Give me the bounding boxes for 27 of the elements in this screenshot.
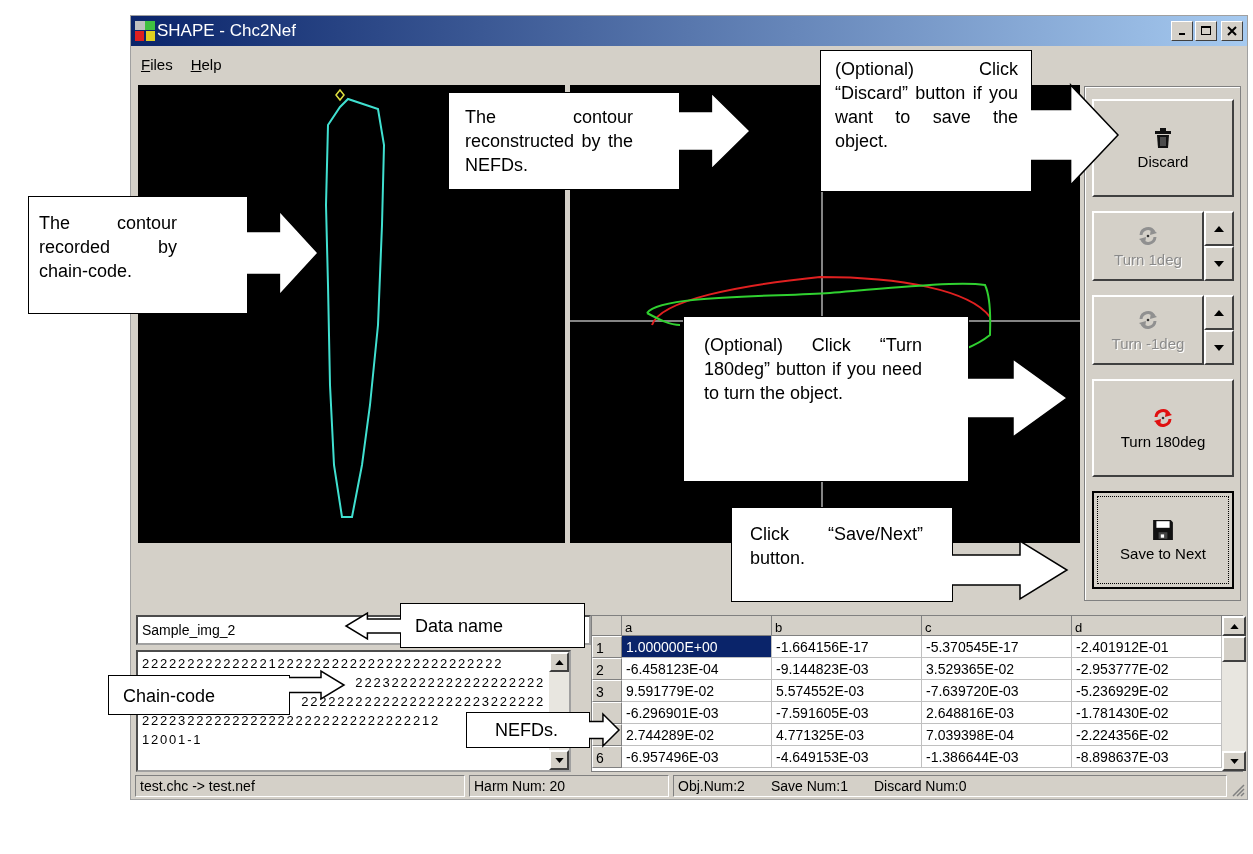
chain-code-line: 222222222222222222223222222 — [301, 694, 545, 709]
column-header: c — [922, 616, 1072, 636]
callout-tooltip: Click “Save/Next” button. — [731, 507, 953, 602]
row-header: 6 — [592, 746, 622, 768]
callout-tooltip: (Optional) Click “Discard” button if you want to save the object. — [820, 50, 1032, 192]
status-text: Obj.Num:2 — [678, 778, 745, 794]
chain-code-line: 2222222222222212222222222222222222222222 — [142, 656, 504, 671]
callout-tooltip: The contour recorded by chain-code. — [28, 196, 248, 314]
callout-tooltip: Data name — [400, 603, 585, 648]
chain-code-line: 12001-1 — [142, 732, 203, 747]
status-text: Harm Num: 20 — [474, 778, 566, 794]
callout-tooltip: Chain-code — [108, 675, 290, 715]
row-header: 2 — [592, 658, 622, 680]
window-title: SHAPE - Chc2Nef — [157, 21, 297, 41]
column-header: a — [622, 616, 772, 636]
callout-tooltip: The contour reconstructed by the NEFDs. — [448, 92, 680, 190]
callout-tooltip: (Optional) Click “Turn 180deg” button if you need to turn the object. — [683, 316, 969, 482]
chain-code-line: 222232222222222222222222222222212 — [142, 713, 440, 728]
row-header: 3 — [592, 680, 622, 702]
callout-tooltip: NEFDs. — [466, 712, 590, 748]
status-text: Discard Num:0 — [873, 778, 967, 794]
row-header: 1 — [592, 636, 622, 658]
chain-code-line: 222322222222222222222 — [355, 675, 545, 690]
status-text: test.chc -> test.nef — [140, 778, 255, 794]
status-text: Save Num:1 — [770, 778, 848, 794]
column-header: d — [1072, 616, 1222, 636]
column-header: b — [772, 616, 922, 636]
